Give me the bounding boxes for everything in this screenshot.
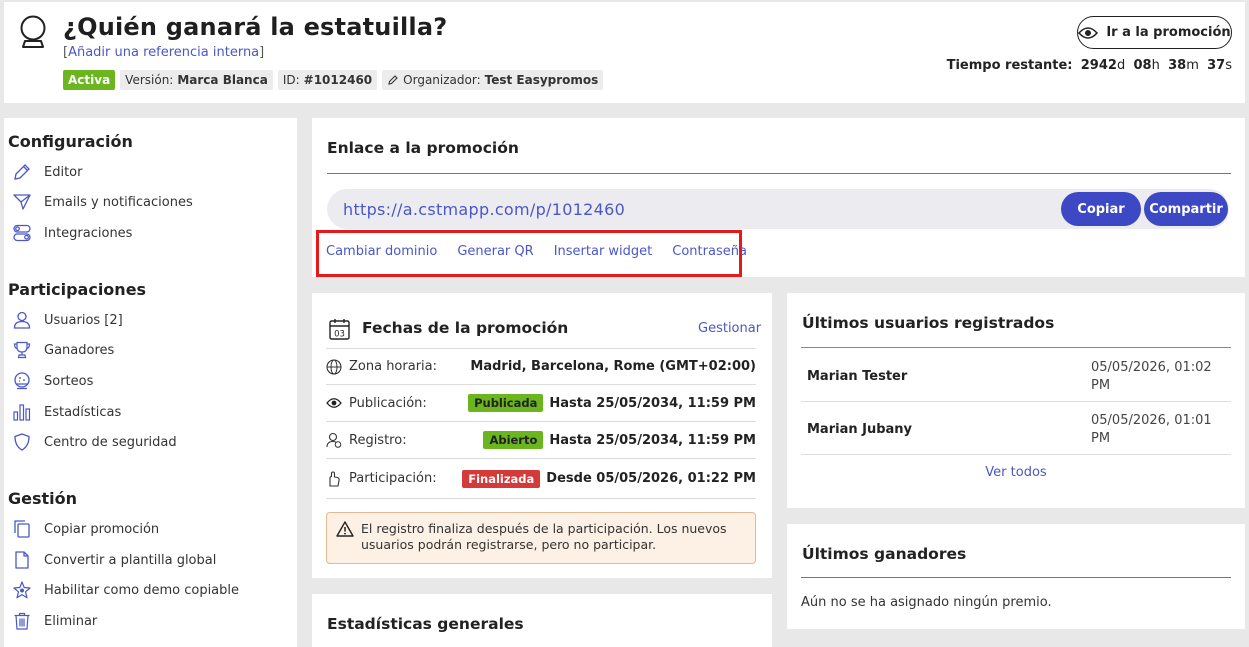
sidebar-item-delete[interactable]: Eliminar [12,610,97,632]
hand-icon [329,470,340,487]
open-badge: Abierto [483,431,544,449]
pencil-icon [12,162,32,182]
time-remaining: Tiempo restante: 2942d 08h 38m 37s [946,58,1232,73]
latest-users-card: Últimos usuarios registrados Marian Test… [787,293,1245,508]
card-title: Últimos ganadores [802,545,967,563]
go-to-promotion-button[interactable]: Ir a la promoción [1077,16,1232,49]
promotion-dates-card: 03 Fechas de la promoción Gestionar Zona… [312,293,772,578]
sidebar-item-winners[interactable]: Ganadores [12,339,114,361]
promotion-url[interactable]: https://a.cstmapp.com/p/1012460 [343,200,625,219]
bar-chart-icon [12,402,32,422]
divider [327,173,1231,174]
sidebar-item-copyable-demo[interactable]: Habilitar como demo copiable [12,579,239,601]
pencil-icon [388,75,398,85]
user-row[interactable]: Marian Jubany 05/05/2026, 01:01 PM [801,403,1231,455]
sidebar-item-security-center[interactable]: Centro de seguridad [12,431,177,453]
status-badge: Activa [63,70,116,90]
general-stats-card: Estadísticas generales [312,594,772,647]
send-icon [12,192,32,212]
version-badge: Versión: Marca Blanca [120,70,273,90]
card-title: Fechas de la promoción [362,319,569,337]
raffle-icon [12,371,32,391]
eye-icon [326,398,342,408]
eye-icon [1078,26,1099,39]
toggles-icon [12,223,32,243]
file-icon [12,550,32,570]
no-winners-message: Aún no se ha asignado ningún premio. [801,595,1052,610]
user-row[interactable]: Marian Tester 05/05/2026, 01:02 PM [801,350,1231,402]
section-title-participations: Participaciones [8,280,147,299]
registration-row: Registro: Abierto Hasta 25/05/2034, 11:59… [326,422,756,459]
manage-dates-link[interactable]: Gestionar [698,321,761,336]
warning-icon [336,521,354,537]
section-title-configuration: Configuración [8,132,133,151]
promotion-url-field[interactable]: https://a.cstmapp.com/p/1012460 Copiar C… [327,189,1229,229]
promotion-header: ¿Quién ganará la estatuilla? [Añadir una… [4,2,1245,103]
add-internal-reference-link[interactable]: Añadir una referencia interna [68,45,259,60]
page-title: ¿Quién ganará la estatuilla? [63,13,448,41]
sidebar-item-global-template[interactable]: Convertir a plantilla global [12,549,216,571]
registration-warning: El registro finaliza después de la parti… [326,512,756,564]
share-button[interactable]: Compartir [1144,192,1228,226]
highlight-box [316,230,742,277]
divider [801,347,1231,348]
publication-row: Publicación: Publicada Hasta 25/05/2034, … [326,385,756,422]
sidebar-item-raffles[interactable]: Sorteos [12,370,93,392]
internal-reference: [Añadir una referencia interna] [63,45,265,60]
copy-icon [12,519,32,539]
latest-winners-card: Últimos ganadores Aún no se ha asignado … [787,524,1245,629]
divider [801,577,1231,578]
finished-badge: Finalizada [462,469,541,488]
sidebar-item-copy-promotion[interactable]: Copiar promoción [12,518,159,540]
user-register-icon [326,432,342,448]
sidebar-item-emails[interactable]: Emails y notificaciones [12,191,193,213]
sidebar-item-statistics[interactable]: Estadísticas [12,401,121,423]
card-title: Enlace a la promoción [327,139,519,157]
svg-text:03: 03 [334,330,345,340]
copy-button[interactable]: Copiar [1061,192,1141,226]
published-badge: Publicada [468,394,544,412]
trash-icon [12,611,32,631]
sidebar-item-editor[interactable]: Editor [12,161,82,183]
section-title-management: Gestión [8,489,78,508]
timezone-row: Zona horaria: Madrid, Barcelona, Rome (G… [326,348,756,385]
organizer-badge: Organizador: Test Easypromos [382,70,604,90]
promotion-badges: Activa Versión: Marca Blanca ID: #1012460 … [63,70,604,90]
sidebar-item-integrations[interactable]: Integraciones [12,222,132,244]
trophy-icon [12,340,32,360]
see-all-users-link[interactable]: Ver todos [787,465,1245,480]
user-icon [12,310,32,330]
sidebar: Configuración Editor Emails y notificaci… [4,118,297,647]
crystal-ball-icon [20,15,46,48]
id-badge: ID: #1012460 [277,70,378,90]
star-icon [12,580,32,600]
calendar-icon: 03 [329,319,350,340]
sidebar-item-users[interactable]: Usuarios [2] [12,309,123,331]
shield-icon [12,432,32,452]
card-title: Últimos usuarios registrados [802,314,1055,332]
participation-row: Participación: Finalizada Desde 05/05/202… [326,459,756,499]
globe-icon [326,358,342,375]
card-title: Estadísticas generales [327,615,524,633]
